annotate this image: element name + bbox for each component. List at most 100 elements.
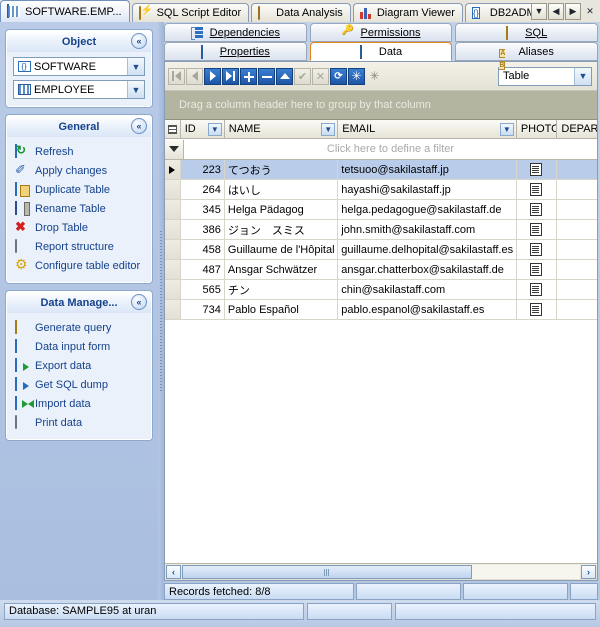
window-tab-software-employee[interactable]: SOFTWARE.EMP...	[0, 0, 130, 22]
sidebar-action-duplicate-table[interactable]: Duplicate Table	[13, 180, 145, 199]
table-row[interactable]: 345 Helga Pädagog helga.pedagogue@sakila…	[165, 200, 597, 220]
cell-id[interactable]: 264	[181, 180, 225, 199]
cell-id[interactable]: 345	[181, 200, 225, 219]
cell-id[interactable]: 487	[181, 260, 225, 279]
chevron-down-icon[interactable]: ▼	[127, 58, 144, 75]
cell-email[interactable]: helga.pedagogue@sakilastaff.de	[338, 200, 517, 219]
cell-department[interactable]	[557, 300, 597, 319]
sidebar-panel-data-management-header[interactable]: Data Manage... «	[7, 292, 151, 313]
cell-department[interactable]	[557, 200, 597, 219]
sidebar-action-drop-table[interactable]: Drop Table	[13, 218, 145, 237]
sidebar-panel-object-header[interactable]: Object «	[7, 31, 151, 52]
cell-photo[interactable]	[517, 160, 558, 179]
filter-dropdown-icon[interactable]: ▼	[207, 122, 222, 136]
window-tab-db2admin[interactable]: {} DB2ADMIN	[464, 3, 531, 22]
tab-permissions[interactable]: Permissions	[309, 23, 453, 42]
prior-record-button[interactable]	[186, 67, 203, 85]
table-row[interactable]: 458 Guillaume de l'Hôpital guillaume.del…	[165, 240, 597, 260]
grid-header-department[interactable]: DEPAR	[557, 120, 597, 138]
cell-name[interactable]: Guillaume de l'Hôpital	[225, 240, 339, 259]
sidebar-action-export-data[interactable]: Export data	[13, 356, 145, 375]
cell-email[interactable]: tetsuoo@sakilastaff.jp	[338, 160, 517, 179]
filter-dropdown-icon[interactable]: ▼	[499, 122, 514, 136]
cell-id[interactable]: 734	[181, 300, 225, 319]
sidebar-action-data-input-form[interactable]: Data input form	[13, 337, 145, 356]
cell-email[interactable]: chin@sakilastaff.com	[338, 280, 517, 299]
sidebar-action-rename-table[interactable]: Rename Table	[13, 199, 145, 218]
grid-header-name[interactable]: NAME ▼	[225, 120, 339, 138]
scroll-right-button[interactable]: ›	[581, 565, 596, 579]
last-record-button[interactable]	[222, 67, 239, 85]
first-record-button[interactable]	[168, 67, 185, 85]
sidebar-panel-general-header[interactable]: General «	[7, 116, 151, 137]
grid-horizontal-scrollbar[interactable]: ‹ ›	[165, 563, 597, 580]
grid-header-photo[interactable]: PHOTO	[517, 120, 558, 138]
tab-aliases[interactable]: AB Aliases	[455, 42, 599, 70]
scroll-left-button[interactable]: ‹	[166, 565, 181, 579]
cell-id[interactable]: 223	[181, 160, 225, 179]
cell-id[interactable]: 386	[181, 220, 225, 239]
group-by-band[interactable]: Drag a column header here to group by th…	[165, 91, 597, 120]
sidebar-action-refresh[interactable]: Refresh	[13, 142, 145, 161]
cell-department[interactable]	[557, 180, 597, 199]
cell-department[interactable]	[557, 280, 597, 299]
sidebar-action-print-data[interactable]: Print data	[13, 413, 145, 432]
table-row[interactable]: 565 チン chin@sakilastaff.com	[165, 280, 597, 300]
tab-list-dropdown-button[interactable]: ▼	[531, 2, 547, 20]
cell-email[interactable]: john.smith@sakilastaff.com	[338, 220, 517, 239]
filter-builder-button[interactable]	[165, 139, 184, 159]
cell-email[interactable]: ansgar.chatterbox@sakilastaff.de	[338, 260, 517, 279]
cell-photo[interactable]	[517, 280, 558, 299]
sidebar-action-apply-changes[interactable]: Apply changes	[13, 161, 145, 180]
cell-name[interactable]: はいし	[225, 180, 339, 199]
stop-fetch-button[interactable]: ✳	[366, 68, 383, 85]
cell-photo[interactable]	[517, 180, 558, 199]
grid-header-email[interactable]: EMAIL ▼	[338, 120, 517, 138]
cell-name[interactable]: Ansgar Schwätzer	[225, 260, 339, 279]
cell-name[interactable]: Pablo Español	[225, 300, 339, 319]
filter-row-hint[interactable]: Click here to define a filter	[184, 143, 597, 155]
window-tab-data-analysis[interactable]: Data Analysis	[251, 3, 351, 22]
post-edit-button[interactable]: ✔	[294, 67, 311, 85]
cell-photo[interactable]	[517, 240, 558, 259]
chevron-up-icon[interactable]: «	[131, 294, 147, 310]
cell-department[interactable]	[557, 220, 597, 239]
table-row[interactable]: 487 Ansgar Schwätzer ansgar.chatterbox@s…	[165, 260, 597, 280]
edit-record-button[interactable]	[276, 67, 293, 85]
window-tab-sql-script-editor[interactable]: SQL Script Editor	[131, 3, 250, 22]
sidebar-action-generate-query[interactable]: Generate query	[13, 318, 145, 337]
cell-photo[interactable]	[517, 300, 558, 319]
filter-dropdown-icon[interactable]: ▼	[321, 122, 336, 136]
cell-name[interactable]: Helga Pädagog	[225, 200, 339, 219]
cancel-edit-button[interactable]: ✕	[312, 67, 329, 85]
cell-department[interactable]	[557, 160, 597, 179]
cell-photo[interactable]	[517, 260, 558, 279]
cell-photo[interactable]	[517, 220, 558, 239]
cell-id[interactable]: 458	[181, 240, 225, 259]
scroll-track[interactable]	[182, 565, 580, 579]
table-row[interactable]: 264 はいし hayashi@sakilastaff.jp	[165, 180, 597, 200]
delete-record-button[interactable]	[258, 67, 275, 85]
sidebar-action-report-structure[interactable]: Report structure	[13, 237, 145, 256]
view-mode-combo[interactable]: Table ▼	[498, 66, 592, 86]
grid-header-indicator[interactable]	[165, 120, 181, 138]
table-combo[interactable]: EMPLOYEE ▼	[13, 80, 145, 99]
cell-name[interactable]: てつおう	[225, 160, 339, 179]
scroll-thumb[interactable]	[182, 565, 472, 579]
tab-dependencies[interactable]: Dependencies	[164, 23, 307, 42]
chevron-up-icon[interactable]: «	[131, 33, 147, 49]
cell-department[interactable]	[557, 260, 597, 279]
cell-department[interactable]	[557, 240, 597, 259]
cell-photo[interactable]	[517, 200, 558, 219]
chevron-down-icon[interactable]: ▼	[127, 81, 144, 98]
tab-properties[interactable]: Properties	[164, 42, 307, 61]
table-row[interactable]: 223 てつおう tetsuoo@sakilastaff.jp	[165, 160, 597, 180]
tab-data[interactable]: Data	[309, 42, 453, 61]
cell-name[interactable]: ジョン スミス	[225, 220, 339, 239]
fetch-all-button[interactable]: ✳	[348, 67, 365, 85]
grid-header-id[interactable]: ID ▼	[181, 120, 225, 138]
chevron-down-icon[interactable]: ▼	[574, 67, 591, 85]
insert-record-button[interactable]	[240, 67, 257, 85]
cell-email[interactable]: pablo.espanol@sakilastaff.es	[338, 300, 517, 319]
cell-name[interactable]: チン	[225, 280, 339, 299]
